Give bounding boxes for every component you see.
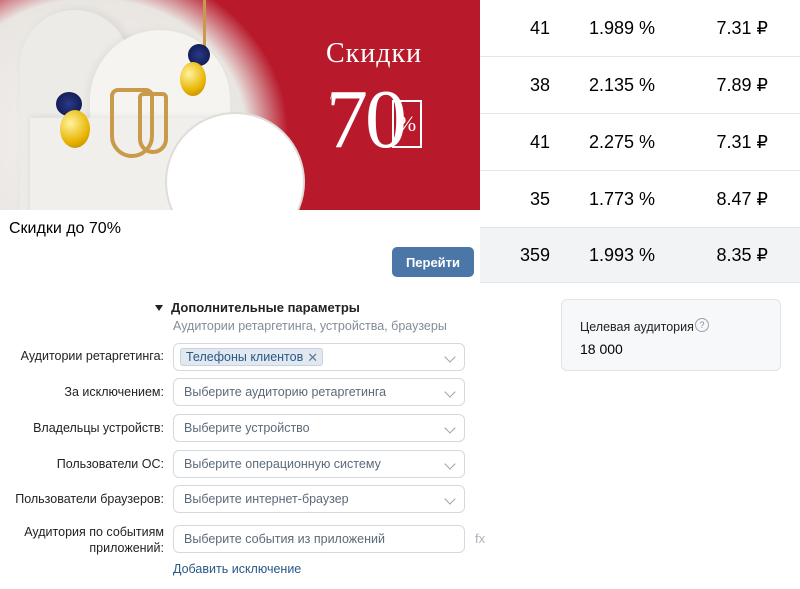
table-row: 35 1.773 % 8.47 ₽ bbox=[480, 171, 800, 228]
select-placeholder: Выберите устройство bbox=[184, 421, 310, 435]
go-button[interactable]: Перейти bbox=[392, 247, 474, 277]
os-select[interactable]: Выберите операционную систему bbox=[173, 450, 465, 478]
ctr-cell: 2.135 % bbox=[588, 74, 655, 95]
chevron-down-icon bbox=[444, 422, 456, 434]
formula-fx-icon[interactable]: fx bbox=[475, 531, 485, 546]
count-cell: 41 bbox=[529, 131, 550, 152]
ad-banner-image: Скидки до 70 % bbox=[0, 0, 480, 210]
field-label-line2: приложений: bbox=[89, 541, 164, 555]
params-toggle[interactable]: Дополнительные параметры bbox=[155, 300, 360, 315]
params-subtitle: Аудитории ретаргетинга, устройства, брау… bbox=[173, 319, 447, 333]
chevron-down-icon bbox=[444, 386, 456, 398]
field-label-os: Пользователи ОС: bbox=[56, 457, 164, 471]
select-placeholder: Выберите операционную систему bbox=[184, 457, 381, 471]
count-cell: 35 bbox=[529, 188, 550, 209]
chevron-down-icon bbox=[444, 458, 456, 470]
chevron-down-icon bbox=[444, 351, 456, 363]
earring-hoop-2 bbox=[138, 92, 168, 154]
select-placeholder: Выберите аудиторию ретаргетинга bbox=[184, 385, 387, 399]
field-label-retargeting: Аудитории ретаргетинга: bbox=[20, 349, 164, 363]
field-label-app-events: Аудитория по событиям приложений: bbox=[24, 524, 164, 556]
ctr-cell: 1.773 % bbox=[588, 188, 655, 209]
banner-percent-sign: % bbox=[392, 100, 422, 148]
ad-caption: Скидки до 70% bbox=[9, 220, 121, 237]
ctr-cell: 1.993 % bbox=[588, 244, 655, 265]
earring-gem-yellow bbox=[60, 110, 90, 148]
add-exclusion-link[interactable]: Добавить исключение bbox=[173, 562, 301, 576]
chevron-down-icon bbox=[444, 493, 456, 505]
device-select[interactable]: Выберите устройство bbox=[173, 414, 465, 442]
pendant-chain bbox=[203, 0, 206, 48]
field-label-line1: Аудитория по событиям bbox=[24, 525, 164, 539]
ctr-cell: 1.989 % bbox=[588, 17, 655, 38]
table-total-row: 359 1.993 % 8.35 ₽ bbox=[480, 228, 800, 283]
retargeting-select[interactable]: Телефоны клиентов ✕ bbox=[173, 343, 465, 371]
close-icon[interactable]: ✕ bbox=[307, 351, 318, 364]
table-row: 41 2.275 % 7.31 ₽ bbox=[480, 114, 800, 171]
help-icon[interactable]: ? bbox=[695, 318, 709, 332]
select-placeholder: Выберите интернет-браузер bbox=[184, 492, 349, 506]
audience-label: Целевая аудитория bbox=[580, 320, 694, 334]
price-cell: 7.31 ₽ bbox=[716, 17, 769, 38]
chip-label: Телефоны клиентов bbox=[186, 350, 304, 364]
stats-table: 41 1.989 % 7.31 ₽ 38 2.135 % 7.89 ₽ 41 2… bbox=[480, 0, 800, 283]
price-cell: 7.89 ₽ bbox=[716, 74, 769, 95]
field-label-exclusion: За исключением: bbox=[64, 385, 164, 399]
price-cell: 8.47 ₽ bbox=[716, 188, 769, 209]
triangle-down-icon bbox=[155, 304, 163, 311]
banner-title: Скидки bbox=[326, 38, 423, 69]
count-cell: 41 bbox=[529, 17, 550, 38]
app-events-input[interactable]: Выберите события из приложений bbox=[173, 525, 465, 553]
price-cell: 8.35 ₽ bbox=[716, 244, 769, 265]
audience-value: 18 000 bbox=[580, 341, 623, 357]
selected-chip: Телефоны клиентов ✕ bbox=[180, 348, 324, 366]
count-cell: 359 bbox=[519, 244, 550, 265]
count-cell: 38 bbox=[529, 74, 550, 95]
browser-select[interactable]: Выберите интернет-браузер bbox=[173, 485, 465, 513]
pendant-gem-yellow bbox=[180, 62, 206, 96]
input-placeholder: Выберите события из приложений bbox=[184, 532, 385, 546]
table-row: 41 1.989 % 7.31 ₽ bbox=[480, 0, 800, 57]
price-cell: 7.31 ₽ bbox=[716, 131, 769, 152]
table-row: 38 2.135 % 7.89 ₽ bbox=[480, 57, 800, 114]
field-label-devices: Владельцы устройств: bbox=[33, 421, 164, 435]
field-label-browsers: Пользователи браузеров: bbox=[15, 492, 164, 506]
params-title: Дополнительные параметры bbox=[171, 300, 360, 315]
ctr-cell: 2.275 % bbox=[588, 131, 655, 152]
target-audience-card: Целевая аудитория ? 18 000 bbox=[561, 299, 781, 371]
exclusion-select[interactable]: Выберите аудиторию ретаргетинга bbox=[173, 378, 465, 406]
